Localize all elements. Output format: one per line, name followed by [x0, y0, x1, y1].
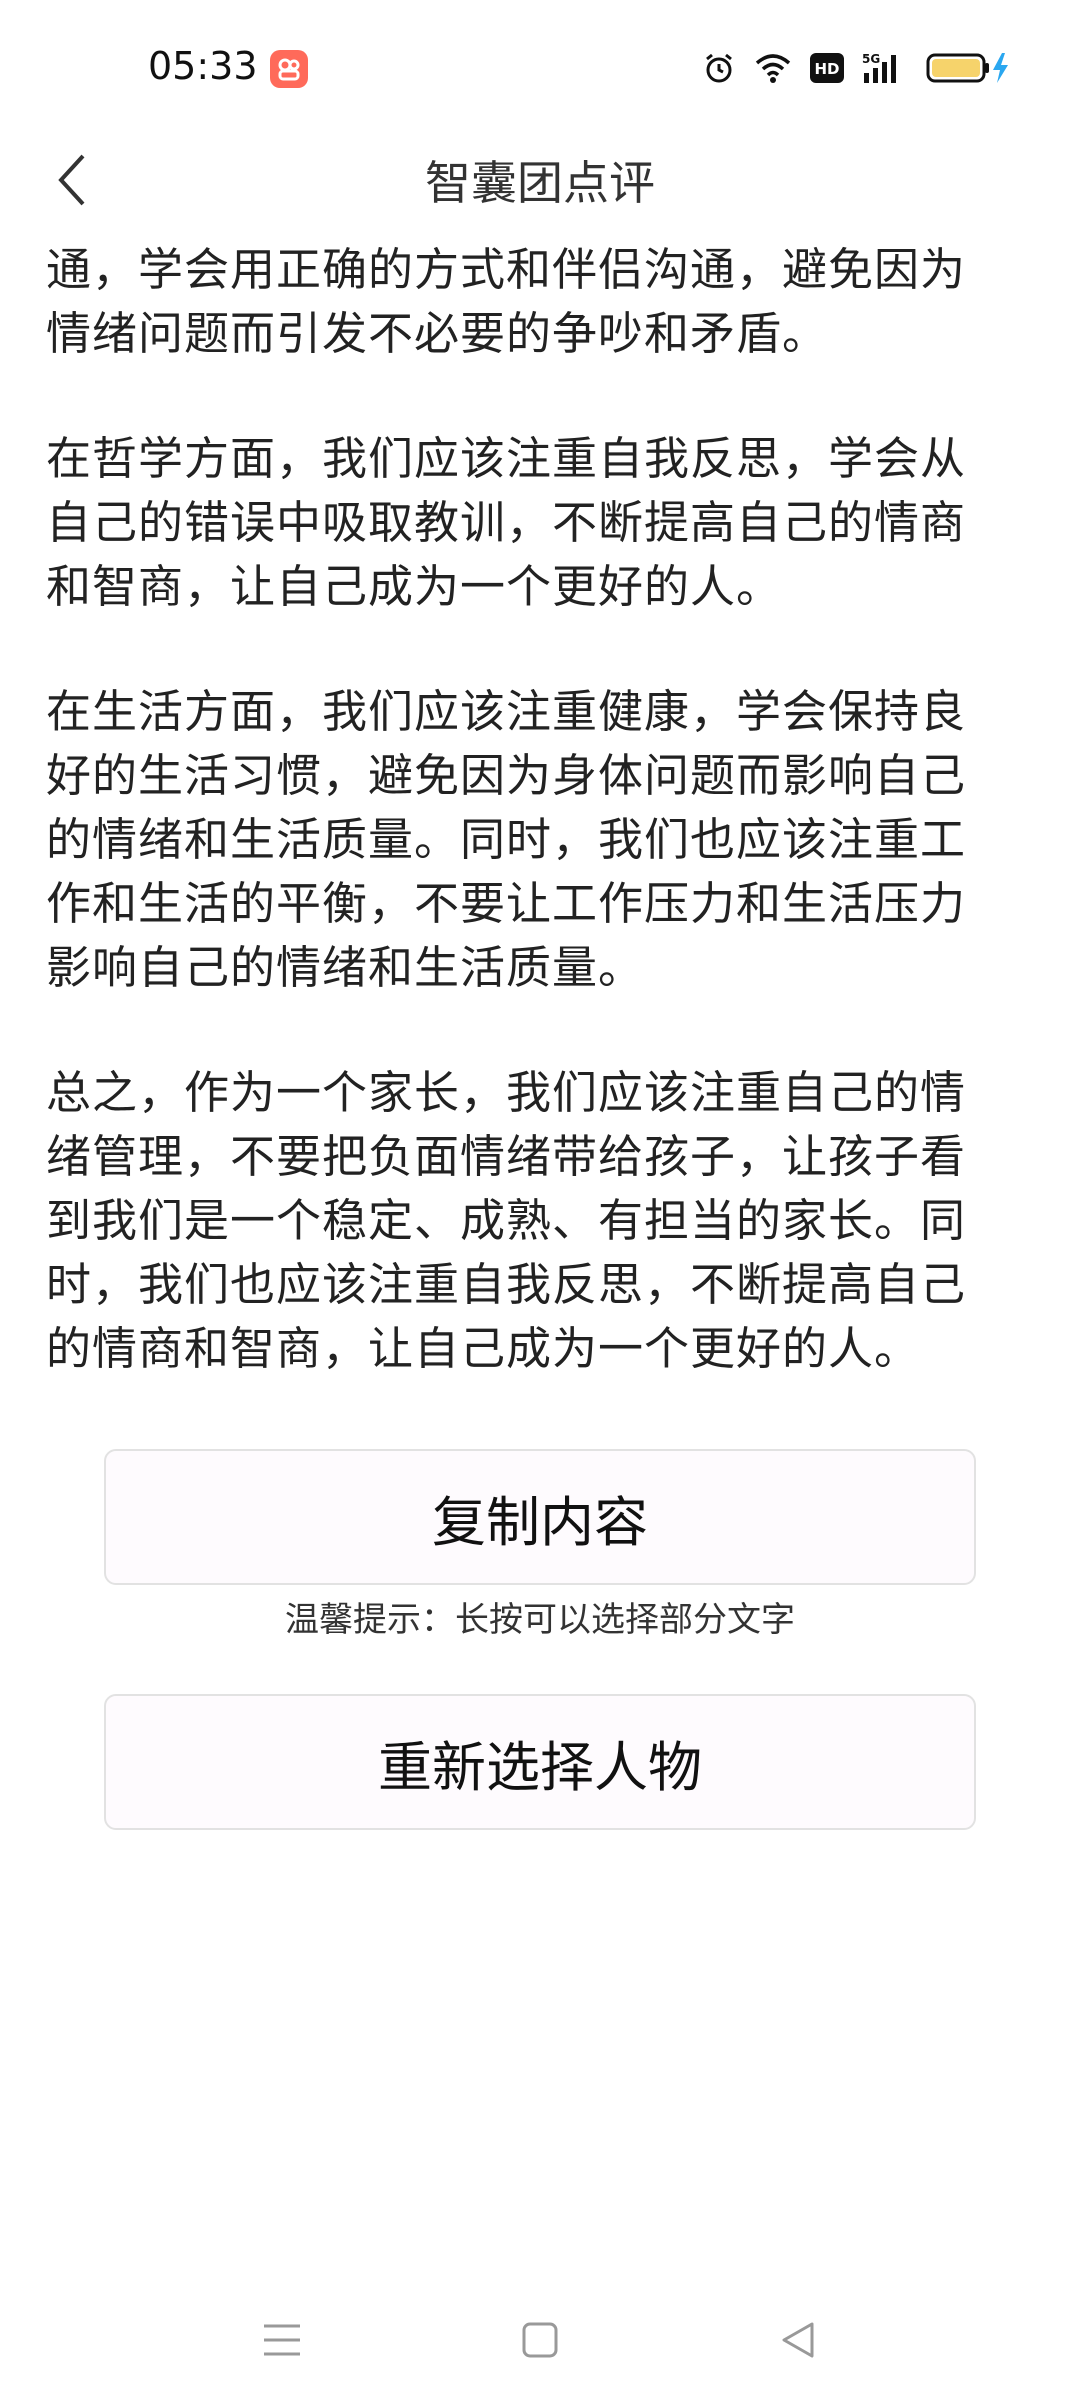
top-nav: 智囊团点评: [0, 135, 1080, 235]
reselect-character-button[interactable]: 重新选择人物: [104, 1694, 976, 1830]
wifi-icon: [754, 52, 792, 84]
content-paragraph: 通，学会用正确的方式和伴侣沟通，避免因为 情绪问题而引发不必要的争吵和矛盾。: [46, 243, 967, 360]
alarm-icon: [702, 51, 736, 85]
status-icons: HD 5G: [702, 48, 1014, 88]
cellular-signal-icon: 5G: [862, 51, 908, 85]
menu-icon[interactable]: [252, 2310, 312, 2370]
hint-text: 温馨提示：长按可以选择部分文字: [285, 1600, 795, 1640]
home-icon[interactable]: [510, 2310, 570, 2370]
page-title: 智囊团点评: [425, 156, 655, 210]
app-notification-icon: [270, 50, 308, 88]
svg-text:HD: HD: [814, 60, 839, 78]
system-nav-bar: [0, 2290, 1080, 2380]
hd-icon: HD: [810, 53, 844, 83]
content-paragraph: 在生活方面，我们应该注重健康，学会保持良 好的生活习惯，避免因为身体问题而影响自…: [46, 685, 967, 994]
battery-icon: [926, 51, 1014, 85]
status-bar: 05:33 HD 5G: [0, 0, 1080, 135]
content-paragraph: 总之，作为一个家长，我们应该注重自己的情 绪管理，不要把负面情绪带给孩子，让孩子…: [46, 1066, 967, 1375]
content-paragraph: 在哲学方面，我们应该注重自我反思，学会从 自己的错误中吸取教训，不断提高自己的情…: [46, 432, 967, 613]
status-time: 05:33: [148, 44, 258, 88]
back-triangle-icon[interactable]: [768, 2310, 828, 2370]
review-content: 通，学会用正确的方式和伴侣沟通，避免因为 情绪问题而引发不必要的争吵和矛盾。 在…: [46, 238, 1036, 1442]
copy-content-button[interactable]: 复制内容: [104, 1449, 976, 1585]
svg-text:5G: 5G: [862, 52, 880, 66]
